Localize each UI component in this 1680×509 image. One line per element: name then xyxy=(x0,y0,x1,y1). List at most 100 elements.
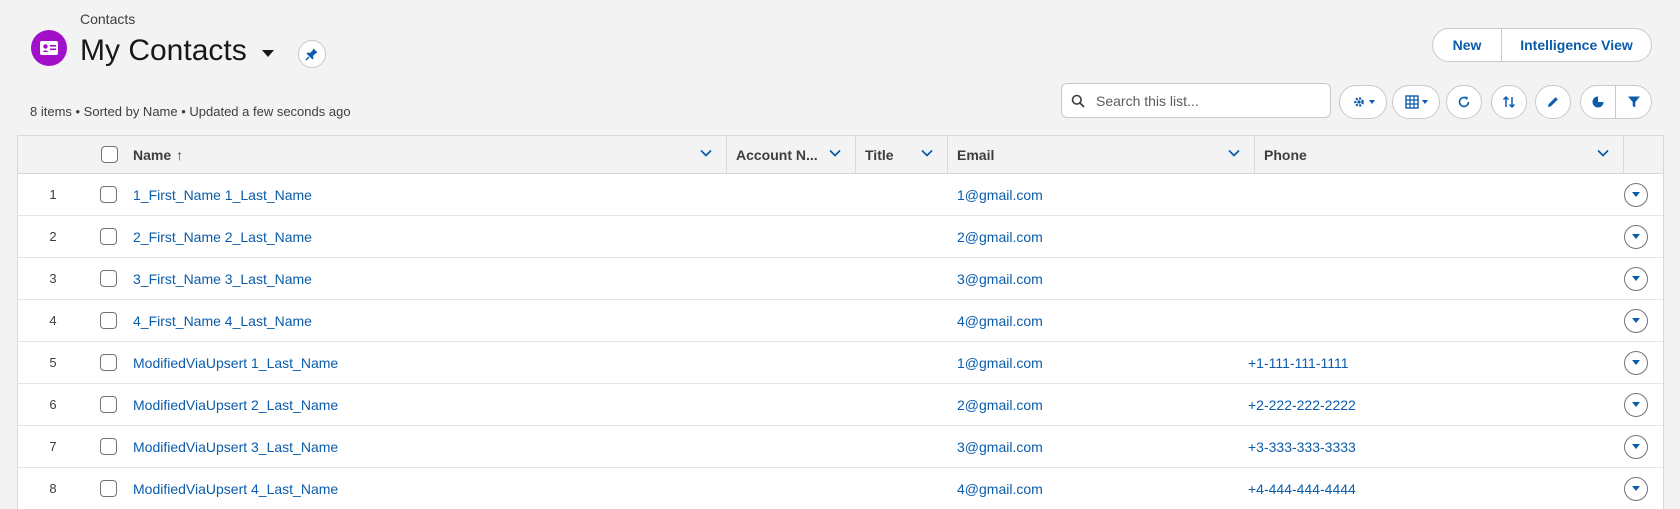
chevron-down-icon xyxy=(1632,486,1640,491)
column-label: Account N... xyxy=(736,146,818,163)
row-number: 2 xyxy=(49,229,57,244)
row-actions-button[interactable] xyxy=(1624,392,1648,417)
edit-list-button[interactable] xyxy=(1535,85,1571,119)
chevron-down-icon xyxy=(1632,192,1640,197)
contact-name-link[interactable]: ModifiedViaUpsert 2_Last_Name xyxy=(133,384,723,425)
chevron-down-icon xyxy=(1421,100,1428,104)
row-actions-cell xyxy=(1616,258,1656,299)
row-number-header xyxy=(18,136,94,173)
chevron-down-icon xyxy=(1632,444,1640,449)
email-link[interactable]: 2@gmail.com xyxy=(957,216,1247,257)
chevron-down-icon[interactable] xyxy=(700,149,712,157)
phone-link[interactable]: +4-444-444-4444 xyxy=(1248,468,1608,509)
row-select-cell xyxy=(100,384,130,425)
row-actions-cell xyxy=(1616,174,1656,215)
account-name-cell xyxy=(736,342,856,383)
search-icon xyxy=(1062,94,1094,108)
column-label: Email xyxy=(957,146,995,163)
pin-list-button[interactable] xyxy=(298,40,326,68)
row-actions-button[interactable] xyxy=(1624,350,1648,375)
email-link[interactable]: 4@gmail.com xyxy=(957,468,1247,509)
edit-icon xyxy=(1548,97,1558,107)
search-box[interactable] xyxy=(1061,83,1331,118)
page-header: Contacts My Contacts 8 items • Sorted by… xyxy=(0,0,1680,135)
row-actions-cell xyxy=(1616,216,1656,257)
row-number: 7 xyxy=(49,439,57,454)
list-view-picker-chevron-down-icon[interactable] xyxy=(262,50,274,57)
chevron-down-icon[interactable] xyxy=(1228,149,1240,157)
phone-link[interactable] xyxy=(1248,216,1608,257)
column-header-account[interactable]: Account N... xyxy=(727,136,856,173)
column-label: Phone xyxy=(1264,146,1307,163)
column-header-email[interactable]: Email xyxy=(948,136,1255,173)
row-actions-button[interactable] xyxy=(1624,308,1648,333)
column-header-phone[interactable]: Phone xyxy=(1255,136,1624,173)
row-actions-button[interactable] xyxy=(1624,266,1648,291)
row-checkbox[interactable] xyxy=(100,186,117,203)
row-checkbox[interactable] xyxy=(100,270,117,287)
filter-button[interactable] xyxy=(1616,85,1652,119)
table-row: 6 ModifiedViaUpsert 2_Last_Name 2@gmail.co… xyxy=(18,384,1663,426)
row-number: 8 xyxy=(49,481,57,496)
row-select-cell xyxy=(100,174,130,215)
row-select-cell xyxy=(100,216,130,257)
contact-name-link[interactable]: 4_First_Name 4_Last_Name xyxy=(133,300,723,341)
contact-name-link[interactable]: ModifiedViaUpsert 4_Last_Name xyxy=(133,468,723,509)
email-link[interactable]: 3@gmail.com xyxy=(957,426,1247,467)
email-link[interactable]: 3@gmail.com xyxy=(957,258,1247,299)
search-input[interactable] xyxy=(1094,91,1318,110)
contacts-icon xyxy=(31,30,67,66)
contact-name-link[interactable]: 2_First_Name 2_Last_Name xyxy=(133,216,723,257)
chevron-down-icon xyxy=(1632,360,1640,365)
email-link[interactable]: 1@gmail.com xyxy=(957,342,1247,383)
new-button[interactable]: New xyxy=(1432,28,1502,62)
phone-link[interactable]: +2-222-222-2222 xyxy=(1248,384,1608,425)
row-checkbox[interactable] xyxy=(100,228,117,245)
row-actions-button[interactable] xyxy=(1624,434,1648,459)
column-label: Title xyxy=(865,146,894,163)
list-settings-button[interactable] xyxy=(1339,85,1387,119)
refresh-button[interactable] xyxy=(1446,85,1482,119)
select-all-header xyxy=(94,136,124,173)
row-checkbox[interactable] xyxy=(100,480,117,497)
table-row: 7 ModifiedViaUpsert 3_Last_Name 3@gmail.co… xyxy=(18,426,1663,468)
list-status-text: 8 items • Sorted by Name • Updated a few… xyxy=(30,104,351,119)
sort-button[interactable] xyxy=(1491,85,1527,119)
row-checkbox[interactable] xyxy=(100,438,117,455)
email-link[interactable]: 1@gmail.com xyxy=(957,174,1247,215)
sort-ascending-icon: ↑ xyxy=(176,146,184,163)
contact-name-link[interactable]: ModifiedViaUpsert 3_Last_Name xyxy=(133,426,723,467)
row-actions-button[interactable] xyxy=(1624,476,1648,501)
email-link[interactable]: 2@gmail.com xyxy=(957,384,1247,425)
phone-link[interactable]: +3-333-333-3333 xyxy=(1248,426,1608,467)
row-actions-button[interactable] xyxy=(1624,182,1648,207)
phone-link[interactable] xyxy=(1248,174,1608,215)
row-actions-button[interactable] xyxy=(1624,224,1648,249)
breadcrumb[interactable]: Contacts xyxy=(80,11,135,27)
row-checkbox[interactable] xyxy=(100,312,117,329)
intelligence-view-button[interactable]: Intelligence View xyxy=(1502,28,1652,62)
chevron-down-icon[interactable] xyxy=(921,149,933,157)
charts-button[interactable] xyxy=(1580,85,1616,119)
column-header-name[interactable]: Name ↑ xyxy=(124,136,727,173)
contact-name-link[interactable]: 1_First_Name 1_Last_Name xyxy=(133,174,723,215)
contact-name-link[interactable]: ModifiedViaUpsert 1_Last_Name xyxy=(133,342,723,383)
display-as-button[interactable] xyxy=(1392,85,1440,119)
phone-link[interactable] xyxy=(1248,258,1608,299)
account-name-cell xyxy=(736,174,856,215)
select-all-checkbox[interactable] xyxy=(100,146,118,163)
row-checkbox[interactable] xyxy=(100,396,117,413)
row-actions-cell xyxy=(1616,342,1656,383)
row-number: 4 xyxy=(49,313,57,328)
column-header-title[interactable]: Title xyxy=(856,136,948,173)
row-number: 1 xyxy=(49,187,57,202)
chevron-down-icon[interactable] xyxy=(829,149,841,157)
row-checkbox[interactable] xyxy=(100,354,117,371)
email-link[interactable]: 4@gmail.com xyxy=(957,300,1247,341)
title-cell xyxy=(865,384,945,425)
row-actions-cell xyxy=(1616,384,1656,425)
contact-name-link[interactable]: 3_First_Name 3_Last_Name xyxy=(133,258,723,299)
phone-link[interactable]: +1-111-111-1111 xyxy=(1248,342,1608,383)
chevron-down-icon[interactable] xyxy=(1597,149,1609,157)
phone-link[interactable] xyxy=(1248,300,1608,341)
